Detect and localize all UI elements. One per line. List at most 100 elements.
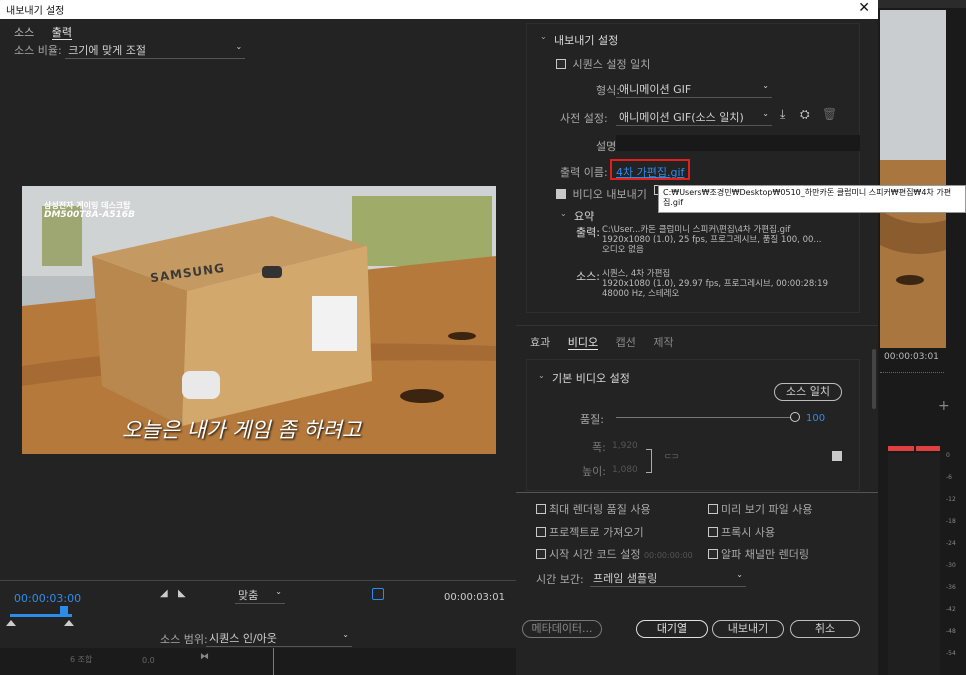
source-scale-label: 소스 비율: — [14, 44, 62, 57]
audio-meter — [888, 453, 940, 675]
preset-label: 사전 설정: — [560, 112, 608, 125]
in-point-handle[interactable] — [6, 620, 16, 626]
source-range-select[interactable]: 시퀀스 인/아웃 ⌄ — [206, 630, 352, 647]
start-timecode-row[interactable]: 시작 시간 코드 설정 00:00:00:00 — [536, 546, 693, 562]
timeline-playhead — [273, 648, 274, 675]
match-sequence-row[interactable]: 시퀀스 설정 일치 — [556, 56, 650, 72]
playhead-handle[interactable] — [60, 606, 68, 616]
source-range-label: 소스 범위: — [160, 633, 208, 646]
settings-tabs: 효과 비디오 캡션 제작 — [530, 334, 674, 350]
meter-peak-right — [916, 446, 940, 451]
import-project-row[interactable]: 프로젝트로 가져오기 — [536, 524, 644, 540]
chevron-down-icon: ⌄ — [736, 570, 743, 579]
basic-video-title: 기본 비디오 설정 — [552, 372, 630, 385]
output-name-link[interactable]: 4차 가편집.gif — [616, 164, 684, 180]
interpolation-select[interactable]: 프레임 샘플링 ⌄ — [590, 570, 746, 587]
alpha-render-checkbox[interactable] — [708, 549, 718, 559]
tab-video[interactable]: 비디오 — [567, 336, 599, 350]
background-timeline: 6 조합 0.0 ⧓ — [0, 648, 516, 675]
import-project-checkbox[interactable] — [536, 527, 546, 537]
width-label: 폭: — [592, 441, 606, 454]
aspect-bracket — [646, 449, 652, 473]
scrollbar[interactable] — [872, 349, 876, 409]
height-label: 높이: — [582, 465, 606, 478]
summary-title: 요약 — [574, 210, 595, 223]
save-preset-icon[interactable]: ⤓ — [780, 107, 785, 122]
background-preview-image — [880, 10, 946, 348]
output-path-tooltip: C:₩Users₩조경민₩Desktop₩0510_하만카돈 클럽미니 스피커₩… — [658, 185, 966, 213]
preset-select[interactable]: 애니메이션 GIF(소스 일치) ⌄ — [616, 109, 772, 126]
width-value[interactable]: 1,920 — [612, 441, 638, 451]
queue-button[interactable]: 대기열 — [636, 620, 708, 638]
chevron-down-icon: ⌄ — [762, 109, 769, 118]
video-preview: 삼성전자 게이밍 데스크탑 DM500T8A-A516B SAMSUNG 오늘은… — [22, 186, 496, 454]
use-proxy-row[interactable]: 프록시 사용 — [708, 524, 775, 540]
video-caption-model: DM500T8A-A516B — [44, 210, 135, 220]
description-field[interactable] — [616, 135, 860, 151]
max-render-checkbox[interactable] — [536, 504, 546, 514]
summary-output-label: 출력: — [576, 226, 600, 239]
quality-label: 품질: — [580, 413, 604, 426]
tab-source[interactable]: 소스 — [14, 26, 34, 39]
fit-select[interactable]: 맞춤 ⌄ — [235, 587, 285, 604]
preview-tabs: 소스 출력 — [14, 24, 86, 40]
tab-publish[interactable]: 제작 — [653, 336, 673, 349]
out-point-handle[interactable] — [64, 620, 74, 626]
output-name-label: 출력 이름: — [560, 166, 608, 179]
track-label: 6 조합 — [70, 655, 93, 664]
quality-slider-thumb[interactable] — [790, 412, 800, 422]
chevron-down-icon: ⌄ — [342, 630, 349, 639]
summary-output-text: C:\User...카돈 클럽미니 스피커\편집\4차 가편집.gif 1920… — [602, 225, 822, 255]
tab-effects[interactable]: 효과 — [530, 336, 550, 349]
match-source-button[interactable]: 소스 일치 — [774, 383, 842, 401]
mark-out-icon[interactable]: ◣ — [178, 588, 186, 599]
export-settings-title: 내보내기 설정 — [554, 34, 619, 47]
current-timecode[interactable]: 00:00:03:00 — [14, 592, 81, 605]
summary-source-text: 시퀀스, 4차 가편집 1920x1080 (1.0), 29.97 fps, … — [602, 269, 828, 299]
source-scale-select[interactable]: 크기에 맞게 조절 ⌄ — [65, 42, 246, 59]
mark-in-icon[interactable]: ◢ — [160, 588, 168, 599]
quality-value[interactable]: 100 — [806, 413, 825, 424]
meter-scale: 0 -6 -12 -18 -24 -30 -36 -42 -48 -54 — [946, 452, 956, 657]
collapse-icon[interactable]: ⌄ — [540, 32, 547, 41]
max-render-row[interactable]: 최대 렌더링 품질 사용 — [536, 501, 651, 517]
window-title: 내보내기 설정 — [6, 6, 65, 17]
alpha-render-row[interactable]: 알파 채널만 렌더링 — [708, 546, 809, 562]
source-scale-row: 소스 비율: 크기에 맞게 조절 ⌄ — [14, 42, 246, 59]
close-icon[interactable]: ✕ — [858, 0, 870, 16]
playhead-icon: ⧓ — [200, 652, 209, 662]
summary-source-label: 소스: — [576, 270, 600, 283]
track-value: 0.0 — [142, 656, 155, 665]
background-timecode: 00:00:03:01 — [884, 352, 939, 362]
tab-captions[interactable]: 캡션 — [616, 336, 636, 349]
title-bar: 내보내기 설정 ✕ — [0, 0, 878, 19]
meter-peak-left — [888, 446, 914, 451]
match-size-checkbox[interactable] — [832, 451, 842, 461]
tab-output[interactable]: 출력 — [51, 26, 72, 40]
link-icon[interactable]: ⊂⊃ — [664, 452, 679, 462]
export-video-checkbox[interactable] — [556, 189, 566, 199]
match-sequence-checkbox[interactable] — [556, 59, 566, 69]
end-timecode: 00:00:03:01 — [444, 592, 506, 603]
summary-collapse-icon[interactable]: ⌄ — [560, 209, 567, 218]
format-select[interactable]: 애니메이션 GIF ⌄ — [616, 81, 772, 98]
start-timecode-value[interactable]: 00:00:00:00 — [644, 551, 693, 560]
metadata-button[interactable]: 메타데이터... — [522, 620, 602, 638]
import-preset-icon[interactable]: ⛭ — [800, 107, 810, 122]
chevron-down-icon: ⌄ — [235, 42, 243, 51]
delete-preset-icon[interactable]: 🗑 — [822, 107, 837, 121]
safe-margin-icon[interactable] — [372, 588, 384, 600]
use-preview-row[interactable]: 미리 보기 파일 사용 — [708, 501, 812, 517]
height-value[interactable]: 1,080 — [612, 465, 638, 475]
interpolation-label: 시간 보간: — [536, 573, 584, 586]
export-button[interactable]: 내보내기 — [712, 620, 784, 638]
video-collapse-icon[interactable]: ⌄ — [538, 371, 545, 380]
video-subtitle: 오늘은 내가 게임 좀 하려고 — [122, 418, 362, 442]
start-timecode-checkbox[interactable] — [536, 549, 546, 559]
export-video-row[interactable]: 비디오 내보내기 — [556, 186, 647, 202]
use-preview-checkbox[interactable] — [708, 504, 718, 514]
quality-slider-track[interactable] — [616, 417, 796, 418]
use-proxy-checkbox[interactable] — [708, 527, 718, 537]
cancel-button[interactable]: 취소 — [790, 620, 860, 638]
export-settings-panel: ⌄ 내보내기 설정 시퀀스 설정 일치 형식: 애니메이션 GIF ⌄ 사전 설… — [516, 19, 966, 675]
